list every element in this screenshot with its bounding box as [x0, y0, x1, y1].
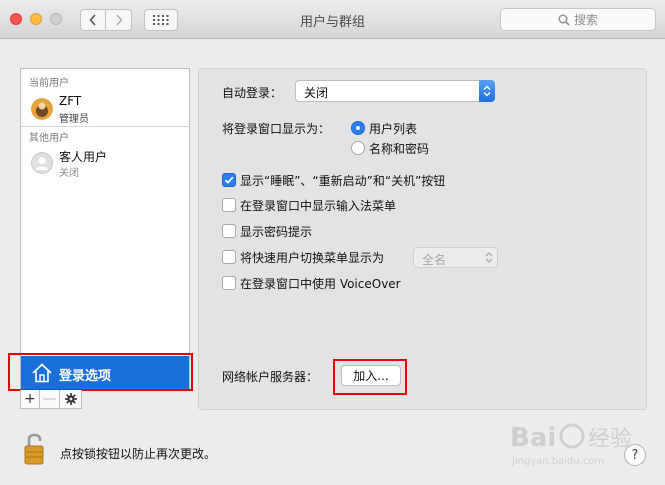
- updown-arrows-icon: [479, 80, 495, 102]
- checkbox-password-hints-label: 显示密码提示: [240, 225, 313, 239]
- sidebar-toolbar: + —: [20, 390, 100, 409]
- radio-user-list-label: 用户列表: [369, 122, 418, 136]
- radio-name-password[interactable]: [351, 141, 365, 155]
- guest-name: 客人用户: [59, 150, 108, 164]
- svg-text:jingyan.baidu.com: jingyan.baidu.com: [511, 456, 604, 467]
- checkbox-show-power-buttons-label: 显示“睡眠”、“重新启动”和“关机”按钮: [240, 174, 446, 188]
- checkbox-input-menu[interactable]: [222, 198, 236, 212]
- auto-login-select[interactable]: 关闭: [295, 80, 495, 102]
- lock-message: 点按锁按钮以防止再次更改。: [60, 447, 217, 461]
- user-row-guest[interactable]: 客人用户 关闭: [21, 147, 189, 181]
- other-users-label: 其他用户: [29, 133, 69, 144]
- search-field[interactable]: 搜索: [500, 8, 656, 31]
- checkbox-password-hints[interactable]: [222, 224, 236, 238]
- user-role: 管理员: [59, 114, 89, 125]
- checkbox-voiceover-label: 在登录窗口中使用 VoiceOver: [240, 277, 401, 291]
- highlight-box: [8, 353, 193, 391]
- search-placeholder: 搜索: [573, 13, 598, 27]
- lock-icon[interactable]: [23, 430, 49, 466]
- gear-icon: [64, 393, 77, 405]
- users-sidebar: 当前用户 ZFT 管理员 其他用户 客人用户 关闭 登录选项: [20, 68, 190, 390]
- updown-arrows-icon: [485, 252, 493, 263]
- help-button[interactable]: ?: [624, 444, 646, 466]
- checkbox-show-power-buttons[interactable]: [222, 173, 236, 187]
- guest-status: 关闭: [59, 168, 79, 179]
- highlight-box: [333, 359, 407, 395]
- current-users-label: 当前用户: [29, 78, 69, 89]
- auto-login-label: 自动登录：: [222, 86, 283, 100]
- network-server-label: 网络帐户服务器：: [222, 370, 319, 384]
- action-button[interactable]: [60, 390, 82, 409]
- radio-name-password-label: 名称和密码: [369, 142, 430, 156]
- display-as-label: 将登录窗口显示为：: [222, 122, 331, 136]
- fast-switch-select[interactable]: 全名: [413, 247, 498, 268]
- remove-user-button[interactable]: —: [40, 390, 60, 409]
- checkbox-fast-user-switch[interactable]: [222, 250, 236, 264]
- fast-switch-value: 全名: [422, 253, 447, 267]
- user-name: ZFT: [59, 94, 82, 108]
- divider: [21, 126, 189, 127]
- checkbox-fast-user-switch-label: 将快速用户切换菜单显示为: [240, 251, 385, 265]
- svg-text:Bai: Bai: [510, 423, 556, 453]
- watermark-logo: Bai 经验 jingyan.baidu.com: [510, 423, 632, 467]
- auto-login-value: 关闭: [304, 86, 329, 100]
- checkbox-voiceover[interactable]: [222, 276, 236, 290]
- title-bar: 用户与群组 搜索: [0, 0, 665, 39]
- avatar: [31, 98, 53, 120]
- guest-avatar: [31, 152, 53, 174]
- add-user-button[interactable]: +: [20, 390, 40, 409]
- checkbox-input-menu-label: 在登录窗口中显示输入法菜单: [240, 199, 397, 213]
- search-icon: [558, 14, 570, 26]
- window: 用户与群组 搜索 当前用户 ZFT 管理员 其他用户 客人用户 关闭 登录选项 …: [0, 0, 665, 485]
- checkmark-icon: [224, 176, 234, 184]
- radio-user-list[interactable]: [351, 121, 365, 135]
- user-row-zft[interactable]: ZFT 管理员: [21, 93, 189, 127]
